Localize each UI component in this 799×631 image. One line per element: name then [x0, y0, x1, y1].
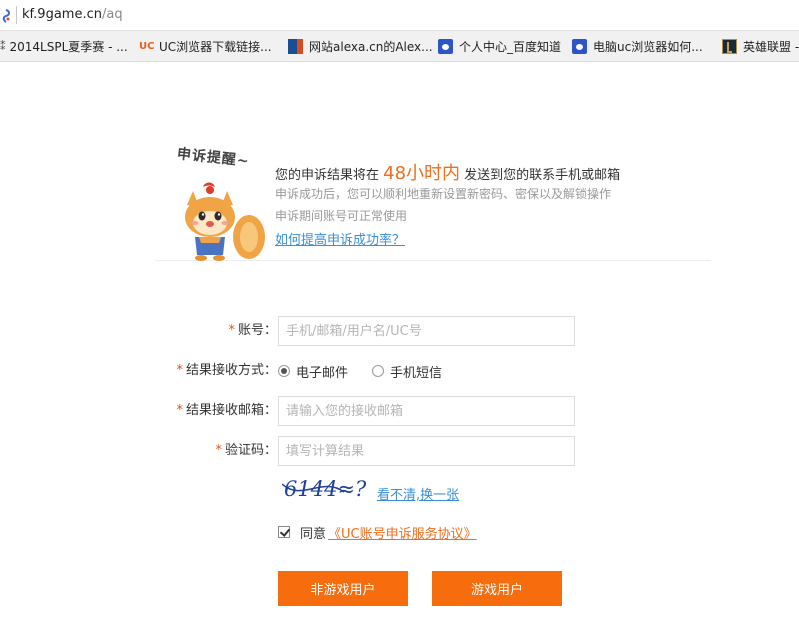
appeal-notice: 您的申诉结果将在 48小时内 发送到您的联系手机或邮箱 — [275, 159, 620, 185]
reminder-title: 申诉提醒~ — [176, 146, 251, 170]
refresh-captcha-link[interactable]: 看不清,换一张 — [377, 484, 459, 503]
radio-email[interactable]: 电子邮件 — [278, 362, 348, 381]
agreement-link[interactable]: 《UC账号申诉服务协议》 — [328, 523, 477, 542]
baidu-paw-icon — [572, 39, 587, 54]
notice-highlight: 48小时内 — [383, 163, 461, 184]
email-label-text: 结果接收邮箱： — [185, 403, 277, 418]
bookmark-lol[interactable]: 英雄联盟 - — [722, 31, 799, 62]
game-user-button[interactable]: 游戏用户 — [432, 571, 562, 606]
uc-icon: UC — [139, 41, 155, 52]
required-mark: * — [215, 443, 222, 458]
agree-checkbox[interactable] — [278, 526, 290, 538]
agree-text: 同意 — [300, 526, 327, 542]
captcha-input[interactable] — [278, 436, 575, 466]
appeal-reminder: 申诉提醒~ 您的申诉结果将在 48小时内 发送到您的联系手机或邮箱 申诉成功后，… — [155, 143, 711, 261]
bookmark-label: 电脑uc浏览器如何... — [593, 40, 703, 54]
address-separator — [16, 6, 17, 24]
bookmark-label: 英雄联盟 - — [743, 40, 799, 54]
required-mark: * — [176, 403, 183, 418]
bookmark-label: UC浏览器下载链接... — [159, 40, 272, 54]
radio-sms-label: 手机短信 — [390, 365, 443, 381]
squirrel-mascot-icon — [185, 182, 265, 261]
email-label: * 结果接收邮箱： — [176, 396, 277, 426]
radio-email-dot[interactable] — [278, 365, 290, 377]
method-radio-group: 电子邮件 手机短信 — [278, 356, 442, 386]
captcha-image[interactable]: 6144≈? — [282, 472, 366, 504]
bookmark-alexa[interactable]: 网站alexa.cn的Alex... — [288, 31, 433, 62]
bookmark-label: 2014LSPL夏季赛 - ... — [9, 40, 128, 54]
notice-after: 发送到您的联系手机或邮箱 — [460, 168, 621, 183]
notice-line-1: 申诉成功后，您可以顺利地重新设置新密码、密保以及解锁操作 — [275, 187, 612, 201]
lol-icon — [722, 39, 737, 54]
bookmark-uc-how[interactable]: 电脑uc浏览器如何... — [572, 31, 703, 62]
agreement-row: 同意 《UC账号申诉服务协议》 — [278, 523, 477, 542]
account-label: * 账号： — [228, 316, 277, 346]
address-bar[interactable]: kf.9game.cn/aq — [0, 0, 799, 31]
non-game-user-button[interactable]: 非游戏用户 — [278, 571, 408, 606]
bookmark-label: 个人中心_百度知道 — [459, 40, 562, 54]
url-path: /aq — [101, 7, 123, 22]
baidu-paw-icon — [438, 39, 453, 54]
bookmark-lspl[interactable]: ⁑ 2014LSPL夏季赛 - ... — [0, 31, 128, 62]
lol-bookmark-icon: ⁑ — [0, 40, 6, 53]
help-link[interactable]: 如何提高申诉成功率？ — [275, 229, 405, 248]
bookmark-label: 网站alexa.cn的Alex... — [309, 40, 433, 54]
page-favicon-icon — [2, 9, 10, 23]
captcha-label-text: 验证码： — [224, 443, 277, 458]
bookmarks-bar: ⁑ 2014LSPL夏季赛 - ... UC UC浏览器下载链接... 网站al… — [0, 31, 799, 62]
method-label-text: 结果接收方式： — [185, 363, 277, 378]
radio-email-label: 电子邮件 — [296, 365, 349, 381]
required-mark: * — [228, 323, 235, 338]
account-input[interactable] — [278, 316, 575, 346]
radio-sms-dot[interactable] — [372, 365, 385, 377]
captcha-text: 6144≈? — [284, 477, 366, 501]
radio-sms[interactable]: 手机短信 — [372, 362, 442, 381]
account-label-text: 账号： — [237, 323, 277, 338]
method-label: * 结果接收方式： — [176, 356, 277, 386]
bookmark-baidu-zhidao[interactable]: 个人中心_百度知道 — [438, 31, 561, 62]
notice-line-2: 申诉期间账号可正常使用 — [275, 209, 408, 223]
email-input[interactable] — [278, 396, 575, 426]
notice-before: 您的申诉结果将在 — [275, 168, 384, 183]
bookmark-uc-download[interactable]: UC UC浏览器下载链接... — [139, 31, 272, 62]
alexa-icon — [288, 39, 303, 54]
url-host: kf.9game.cn — [22, 7, 102, 22]
required-mark: * — [176, 363, 183, 378]
page-content: 申诉提醒~ 您的申诉结果将在 48小时内 发送到您的联系手机或邮箱 申诉成功后，… — [0, 63, 799, 631]
url-text[interactable]: kf.9game.cn/aq — [22, 6, 123, 24]
captcha-label: * 验证码： — [215, 436, 277, 466]
